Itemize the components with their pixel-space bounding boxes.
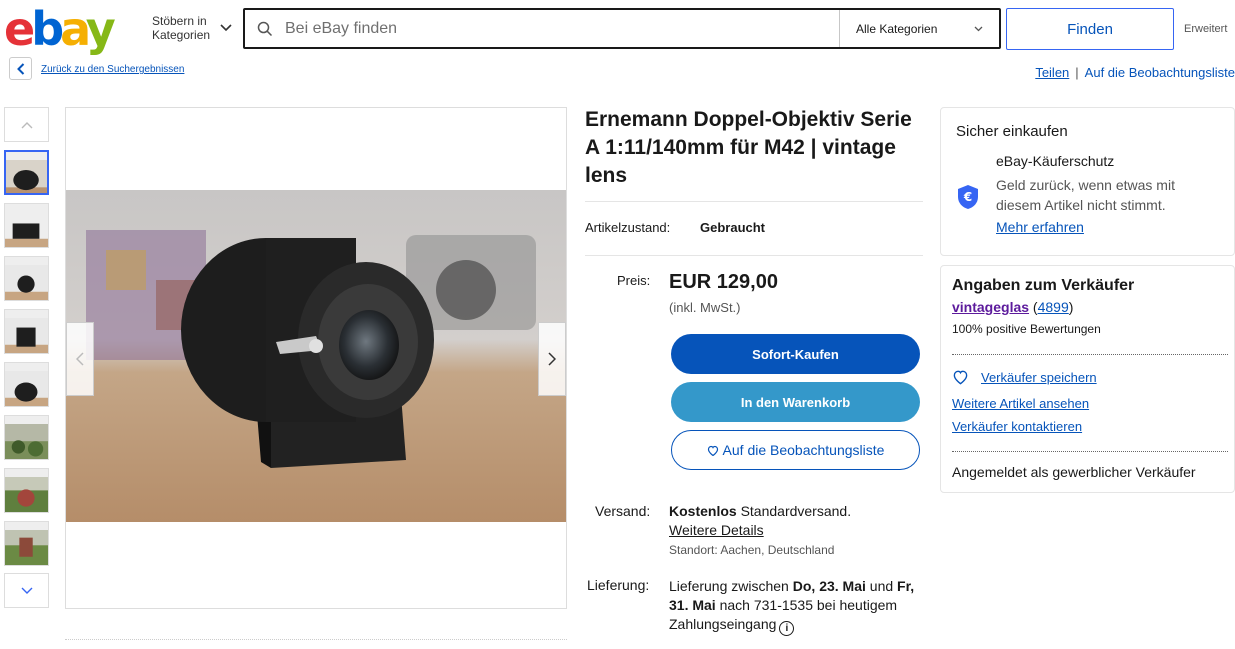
thumbnail[interactable] [4,468,49,513]
shipping-details-link[interactable]: Weitere Details [669,522,764,538]
next-image-button[interactable] [538,322,566,396]
divider [585,201,923,202]
chevron-right-icon [548,352,556,366]
watchlist-button-label: Auf die Beobachtungsliste [722,442,885,458]
seller-panel-title: Angaben zum Verkäufer [952,277,1135,294]
back-to-results-link[interactable]: Zurück zu den Suchergebnissen [41,64,184,75]
garden-sample-photo [5,424,48,459]
advanced-search-link[interactable]: Erweitert [1184,23,1227,35]
category-value: Alle Kategorien [856,21,938,36]
search-bar: Alle Kategorien [243,8,1001,49]
find-button[interactable]: Finden [1006,8,1174,50]
shipping-label: Versand: [595,503,651,519]
delivery-info: Lieferung zwischen Do, 23. Mai und Fr, 3… [669,578,915,636]
chevron-down-icon [21,587,32,594]
browse-categories-button[interactable]: Stöbern in Kategorien [152,14,232,42]
thumbnail[interactable] [4,521,49,566]
save-seller-row[interactable]: Verkäufer speichern [952,370,1097,385]
product-photo [66,190,566,522]
learn-more-link[interactable]: Mehr erfahren [996,219,1084,235]
garden-sample-photo [5,477,48,512]
seller-feedback-link[interactable]: 4899 [1038,299,1069,315]
thumb-scroll-up-button[interactable] [4,107,49,142]
shipping-type: Standardversand. [740,503,852,519]
seller-name-link[interactable]: vintageglas [952,299,1029,315]
divider [952,354,1228,355]
link-separator: | [1075,65,1079,80]
delivery-label: Lieferung: [587,577,650,593]
thumbnail[interactable] [4,203,49,248]
prev-image-button[interactable] [66,322,94,396]
seller-name-row: vintageglas (4899) [952,299,1074,315]
add-to-watchlist-button[interactable]: Auf die Beobachtungsliste [671,430,920,470]
divider [952,451,1228,452]
price-label: Preis: [617,273,651,288]
divider [65,639,567,640]
lens-thumbnail-image [5,318,48,353]
main-image-viewer[interactable] [65,107,567,609]
item-location: Standort: Aachen, Deutschland [669,543,835,557]
protection-description: Geld zurück, wenn etwas mit diesem Artik… [996,177,1175,213]
chevron-left-icon [16,62,24,75]
category-select[interactable]: Alle Kategorien [839,10,999,47]
save-seller-link[interactable]: Verkäufer speichern [981,370,1097,385]
shipping-info: Kostenlos Standardversand. [669,503,851,519]
panel-title: Sicher einkaufen [956,123,1068,140]
lens-thumbnail-image [5,212,48,247]
thumbnail[interactable] [4,256,49,301]
browse-line-1: Stöbern in [152,14,207,28]
heart-icon [707,445,718,456]
share-link[interactable]: Teilen [1035,65,1069,80]
tax-note: (inkl. MwSt.) [669,300,741,315]
more-items-link[interactable]: Weitere Artikel ansehen [952,396,1089,411]
heart-icon [953,370,968,385]
back-button[interactable] [9,57,32,80]
protection-heading: eBay-Käuferschutz [996,153,1115,169]
seller-info-panel: Angaben zum Verkäufer vintageglas (4899)… [940,265,1235,493]
condition-value: Gebraucht [700,220,766,235]
browse-line-2: Kategorien [152,28,211,42]
watchlist-link[interactable]: Auf die Beobachtungsliste [1085,65,1235,80]
garden-sample-photo [5,530,48,565]
buyer-protection-panel: Sicher einkaufen € eBay-Käuferschutz Gel… [940,107,1235,256]
search-icon [245,21,285,37]
thumbnail[interactable] [4,362,49,407]
ebay-logo[interactable]: ebay [4,5,122,53]
thumbnail[interactable] [4,309,49,354]
thumb-scroll-down-button[interactable] [4,573,49,608]
chevron-up-icon [21,121,32,128]
lens-thumbnail-image [6,160,47,193]
buy-now-button[interactable]: Sofort-Kaufen [671,334,920,374]
add-to-cart-button[interactable]: In den Warenkorb [671,382,920,422]
chevron-down-icon [974,26,983,31]
contact-seller-link[interactable]: Verkäufer kontaktieren [952,419,1082,434]
svg-text:€: € [963,190,972,204]
lens-thumbnail-image [5,371,48,406]
chevron-down-icon [220,24,232,32]
share-watch-links: Teilen | Auf die Beobachtungsliste [1035,65,1235,80]
info-icon[interactable]: i [779,621,795,636]
shield-euro-icon: € [956,184,980,215]
lens-thumbnail-image [5,265,48,300]
search-input[interactable] [285,10,839,47]
price-value: EUR 129,00 [669,271,778,293]
positive-feedback: 100% positive Bewertungen [952,322,1101,336]
chevron-left-icon [76,352,84,366]
condition-label: Artikelzustand: [585,220,671,235]
thumbnail[interactable] [4,415,49,460]
divider [585,255,923,256]
product-title: Ernemann Doppel-Objektiv Serie A 1:11/14… [585,108,912,187]
shipping-free: Kostenlos [669,503,737,519]
commercial-seller-note: Angemeldet als gewerblicher Verkäufer [952,464,1196,480]
thumbnail[interactable] [4,150,49,195]
